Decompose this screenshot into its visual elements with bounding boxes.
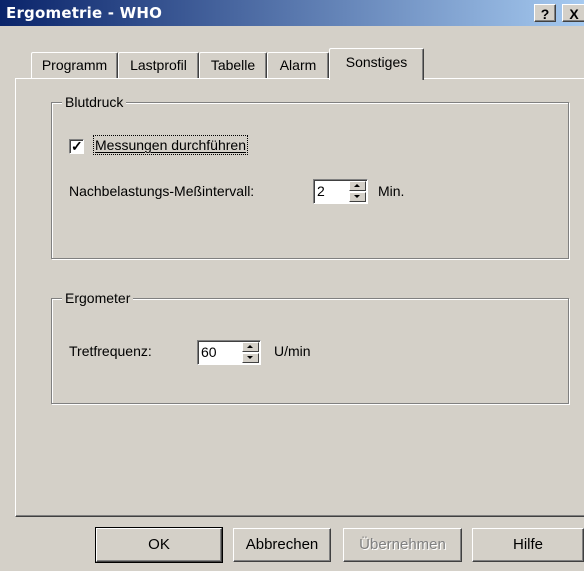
messungen-checkbox[interactable]: ✓	[69, 138, 84, 154]
interval-label: Nachbelastungs-Meßintervall:	[69, 183, 255, 199]
blutdruck-group: Blutdruck ✓ Messungen durchführen Nachbe…	[51, 94, 569, 259]
arrow-down-icon	[354, 195, 360, 198]
tretfrequenz-label: Tretfrequenz:	[69, 343, 152, 359]
tab-programm[interactable]: Programm	[31, 52, 118, 78]
help-button[interactable]: Hilfe	[472, 528, 584, 562]
tab-sonstiges[interactable]: Sonstiges	[329, 48, 424, 80]
dialog-window: Ergometrie - WHO ? X Programm Lastprofil…	[0, 0, 584, 571]
help-title-button[interactable]: ?	[534, 4, 556, 22]
arrow-up-icon	[247, 345, 253, 348]
tab-panel: Blutdruck ✓ Messungen durchführen Nachbe…	[15, 78, 584, 517]
tretfrequenz-spin-buttons	[242, 342, 259, 363]
tab-lastprofil[interactable]: Lastprofil	[118, 52, 199, 78]
interval-spin-buttons	[349, 181, 366, 202]
apply-button[interactable]: Übernehmen	[343, 528, 462, 562]
messungen-checkbox-label[interactable]: Messungen durchführen	[93, 135, 248, 155]
tretfrequenz-value[interactable]: 60	[201, 344, 217, 360]
tab-tabelle[interactable]: Tabelle	[199, 52, 267, 78]
arrow-up-icon	[354, 184, 360, 187]
interval-unit: Min.	[378, 183, 405, 199]
tretfrequenz-spin-up-button[interactable]	[242, 342, 259, 352]
tretfrequenz-unit: U/min	[274, 343, 311, 359]
checkmark-icon: ✓	[71, 138, 83, 154]
blutdruck-group-label: Blutdruck	[62, 94, 127, 110]
close-button[interactable]: X	[562, 4, 584, 22]
title-bar[interactable]: Ergometrie - WHO ? X	[0, 0, 584, 26]
ergometer-group-label: Ergometer	[62, 290, 134, 306]
interval-spinner[interactable]: 2	[313, 179, 368, 204]
tretfrequenz-spinner[interactable]: 60	[197, 340, 261, 365]
ok-button[interactable]: OK	[95, 527, 223, 563]
tab-alarm[interactable]: Alarm	[267, 52, 329, 78]
interval-value[interactable]: 2	[317, 183, 325, 199]
interval-spin-down-button[interactable]	[349, 192, 366, 202]
interval-spin-up-button[interactable]	[349, 181, 366, 191]
ergometer-group: Ergometer Tretfrequenz: 60 U/min	[51, 290, 569, 404]
arrow-down-icon	[247, 356, 253, 359]
window-title: Ergometrie - WHO	[6, 4, 163, 22]
cancel-button[interactable]: Abbrechen	[233, 528, 331, 562]
tretfrequenz-spin-down-button[interactable]	[242, 353, 259, 363]
